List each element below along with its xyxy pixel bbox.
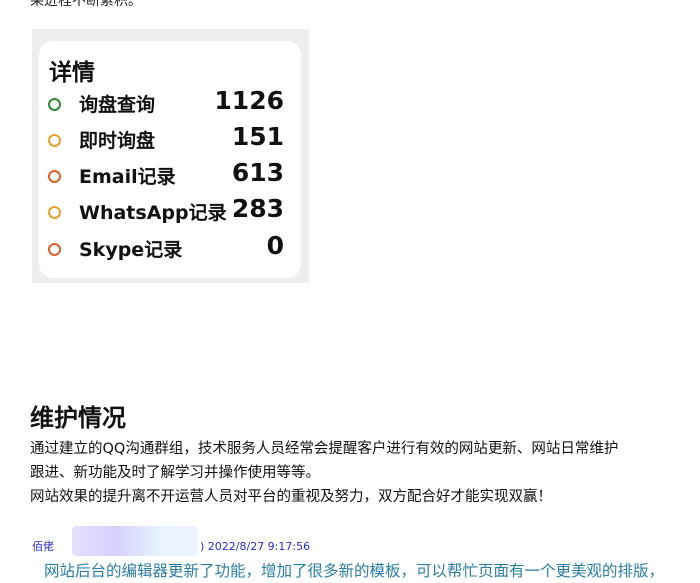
detail-row-skype: Skype记录 0 — [48, 231, 284, 264]
detail-value: 151 — [231, 122, 284, 151]
status-circle-icon — [48, 134, 61, 147]
detail-label: 询盘查询 — [79, 94, 156, 116]
detail-row-inquiry-query: 询盘查询 1126 — [48, 86, 284, 119]
status-circle-icon — [48, 206, 61, 219]
top-text-fragment: 果进程不断累积。 — [30, 0, 142, 9]
review-text: 网站后台的编辑器更新了功能，增加了很多新的模板，可以帮忙页面有一个更美观的排版， — [44, 562, 665, 580]
detail-label: 即时询盘 — [79, 130, 156, 152]
maintenance-title: 维护情况 — [30, 404, 126, 432]
review-author-name: 佰佬 — [32, 540, 54, 553]
detail-label: Skype记录 — [79, 239, 183, 261]
maintenance-line: 跟进、新功能及时了解学习并操作使用等等。 — [30, 465, 320, 481]
maintenance-line: 网站效果的提升离不开运营人员对平台的重视及努力，双方配合好才能实现双赢！ — [30, 489, 552, 505]
status-circle-icon — [48, 243, 61, 256]
detail-value: 613 — [231, 158, 284, 187]
detail-value: 283 — [231, 194, 284, 223]
detail-value: 1126 — [214, 86, 284, 115]
status-circle-icon — [48, 170, 61, 183]
detail-label: Email记录 — [79, 166, 176, 188]
review-meta: 佰佬 ) 2022/8/27 9:17:56 — [32, 526, 311, 556]
detail-row-instant-inquiry: 即时询盘 151 — [48, 122, 284, 155]
details-title: 详情 — [49, 60, 95, 86]
detail-row-email: Email记录 613 — [48, 158, 284, 191]
status-circle-icon — [48, 98, 61, 111]
detail-row-whatsapp: WhatsApp记录 283 — [48, 194, 284, 227]
redacted-name-blur — [72, 526, 198, 556]
detail-label: WhatsApp记录 — [79, 202, 227, 224]
review-timestamp: ) 2022/8/27 9:17:56 — [200, 540, 311, 553]
maintenance-line: 通过建立的QQ沟通群组，技术服务人员经常会提醒客户进行有效的网站更新、网站日常维… — [30, 441, 619, 457]
detail-value: 0 — [266, 231, 284, 260]
